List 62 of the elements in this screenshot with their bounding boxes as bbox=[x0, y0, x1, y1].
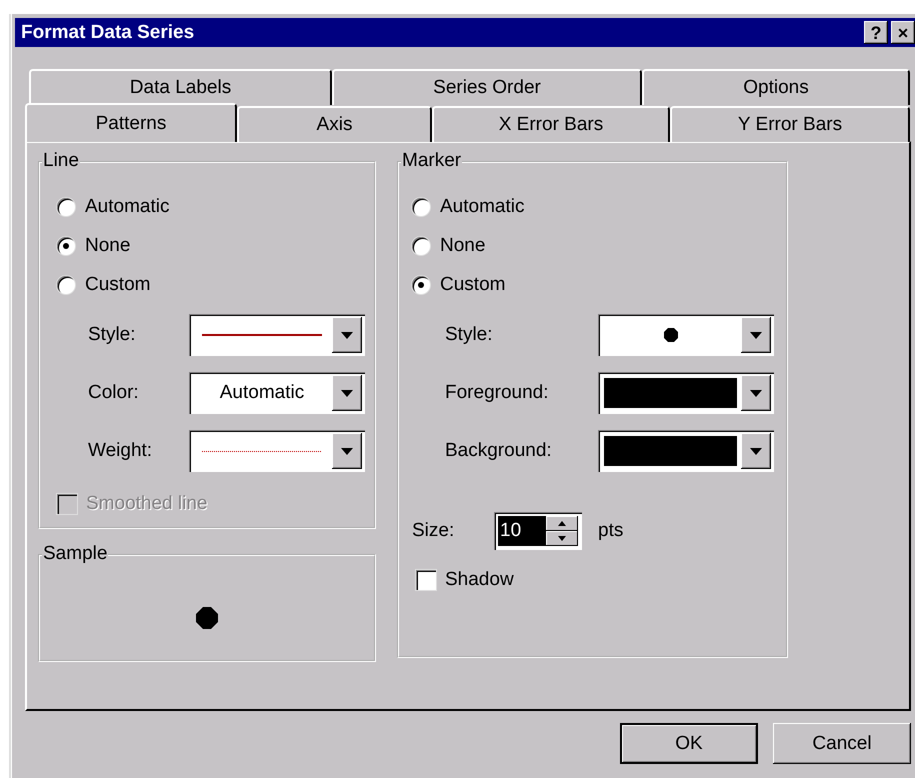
field-label: Style: bbox=[88, 324, 137, 346]
dropdown-arrow-button[interactable] bbox=[741, 317, 771, 353]
field-label: Background: bbox=[445, 440, 553, 462]
unit-label: pts bbox=[598, 520, 624, 542]
dropdown-arrow-button[interactable] bbox=[332, 375, 362, 411]
group-label: Sample bbox=[42, 543, 108, 565]
close-button[interactable]: × bbox=[891, 21, 915, 44]
checkbox[interactable] bbox=[416, 570, 436, 590]
radio-button[interactable] bbox=[412, 236, 430, 254]
tab[interactable]: Data Labels bbox=[29, 69, 332, 105]
option-label: Automatic bbox=[85, 196, 170, 218]
radio-button[interactable] bbox=[57, 198, 75, 216]
caret-up-icon bbox=[558, 521, 566, 526]
dialog-button[interactable]: Cancel bbox=[773, 723, 911, 764]
caret-icon bbox=[750, 390, 762, 396]
tab[interactable]: X Error Bars bbox=[432, 106, 670, 142]
size-spinner[interactable]: 10 bbox=[494, 512, 582, 550]
field-label: Style: bbox=[445, 324, 494, 346]
dropdown-field[interactable] bbox=[598, 430, 774, 472]
dropdown-arrow-button[interactable] bbox=[332, 433, 362, 469]
option-label: None bbox=[85, 234, 130, 256]
spin-up-button[interactable] bbox=[546, 516, 578, 531]
caret-icon bbox=[750, 332, 762, 338]
radio-button[interactable] bbox=[57, 276, 75, 294]
tab[interactable]: Patterns bbox=[25, 103, 237, 142]
option-label: Automatic bbox=[440, 196, 524, 218]
spin-down-button[interactable] bbox=[546, 531, 578, 546]
help-button[interactable]: ? bbox=[864, 21, 888, 44]
option-label: Custom bbox=[440, 274, 506, 296]
dropdown-field[interactable] bbox=[598, 372, 774, 414]
tab[interactable]: Y Error Bars bbox=[670, 106, 910, 142]
dropdown-field[interactable] bbox=[189, 430, 365, 472]
radio-button[interactable] bbox=[412, 198, 430, 216]
dropdown-arrow-button[interactable] bbox=[741, 375, 771, 411]
tab[interactable]: Options bbox=[642, 69, 910, 105]
dropdown-field[interactable]: Automatic bbox=[189, 372, 365, 414]
caret-icon bbox=[750, 448, 762, 454]
radio-button[interactable] bbox=[412, 276, 430, 294]
checkbox-label: Shadow bbox=[445, 569, 514, 591]
option-label: Custom bbox=[85, 274, 150, 296]
window-title: Format Data Series bbox=[21, 22, 196, 44]
tab[interactable]: Series Order bbox=[332, 69, 642, 105]
dropdown-value: Automatic bbox=[220, 382, 304, 404]
option-label: None bbox=[440, 234, 486, 256]
field-label: Weight: bbox=[88, 440, 154, 462]
dialog-button[interactable]: OK bbox=[620, 723, 758, 764]
dropdown-arrow-button[interactable] bbox=[741, 433, 771, 469]
caret-icon bbox=[341, 390, 353, 396]
field-label: Foreground: bbox=[445, 382, 550, 404]
radio-button[interactable] bbox=[57, 236, 75, 254]
dropdown-field[interactable] bbox=[189, 314, 365, 356]
caret-icon bbox=[558, 536, 566, 541]
spinner-value: 10 bbox=[498, 516, 546, 546]
dropdown-field[interactable] bbox=[598, 314, 774, 356]
field-label: Color: bbox=[88, 382, 140, 404]
sample-marker-icon bbox=[196, 607, 218, 629]
field-label: Size: bbox=[412, 520, 456, 542]
checkbox-label: Smoothed line bbox=[86, 493, 208, 515]
caret-icon bbox=[341, 448, 353, 454]
dropdown-arrow-button[interactable] bbox=[332, 317, 362, 353]
caret-icon bbox=[341, 332, 353, 338]
tab[interactable]: Axis bbox=[237, 106, 432, 142]
